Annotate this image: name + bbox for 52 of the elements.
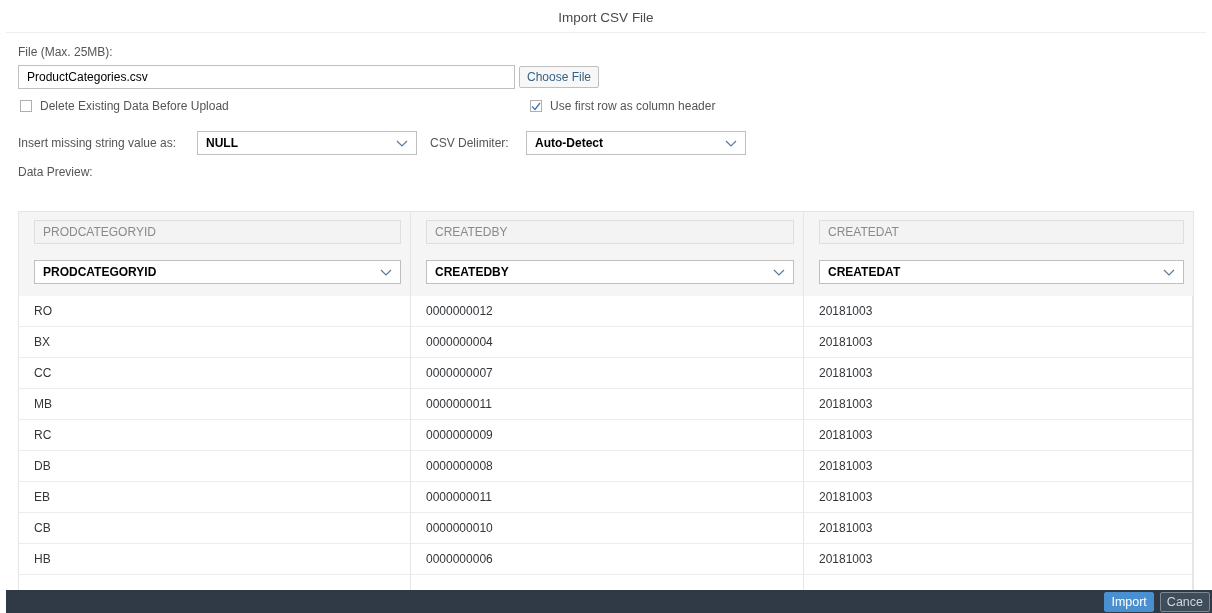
column-mapping-dropdown[interactable]: CREATEDAT	[819, 260, 1184, 284]
table-cell: EB	[19, 482, 411, 513]
table-cell: 0000000010	[411, 513, 804, 544]
missing-value-dropdown[interactable]: NULL	[197, 131, 417, 155]
table-cell: 0000000012	[411, 296, 804, 327]
checkbox-label: Delete Existing Data Before Upload	[40, 98, 229, 115]
chevron-down-icon	[1163, 268, 1175, 276]
chevron-down-icon	[725, 139, 737, 147]
source-column-field: CREATEDAT	[819, 220, 1184, 244]
table-cell: MB	[19, 389, 411, 420]
table-cell: DB	[19, 451, 411, 482]
table-cell: 0000000007	[411, 358, 804, 389]
checkbox[interactable]	[530, 100, 542, 112]
table-cell: 0000000011	[411, 482, 804, 513]
missing-value-label: Insert missing string value as:	[18, 135, 178, 152]
preview-label: Data Preview:	[18, 164, 94, 181]
delimiter-dropdown[interactable]: Auto-Detect	[526, 131, 746, 155]
table-cell: 20181003	[804, 513, 1193, 544]
table-cell: 20181003	[804, 451, 1193, 482]
table-cell: 0000000011	[411, 389, 804, 420]
table-cell: 20181003	[804, 296, 1193, 327]
chevron-down-icon	[773, 268, 785, 276]
table-cell: 0000000006	[411, 544, 804, 575]
cancel-button[interactable]: Cance	[1159, 591, 1210, 612]
checkbox[interactable]	[20, 100, 32, 112]
table-cell: HB	[19, 544, 411, 575]
file-label: File (Max. 25MB):	[18, 44, 114, 61]
table-cell: 0000000004	[411, 327, 804, 358]
file-field[interactable]: ProductCategories.csv	[18, 65, 515, 89]
dialog-title: Import CSV File	[6, 0, 1206, 33]
column-mapping-dropdown[interactable]: CREATEDBY	[426, 260, 794, 284]
table-cell: 20181003	[804, 482, 1193, 513]
table-cell: RC	[19, 420, 411, 451]
source-column-field: PRODCATEGORYID	[34, 220, 401, 244]
table-cell: BX	[19, 327, 411, 358]
table-cell: CB	[19, 513, 411, 544]
chevron-down-icon	[380, 268, 392, 276]
table-cell: 20181003	[804, 327, 1193, 358]
checkbox-label: Use first row as column header	[550, 98, 716, 115]
choose-file-button[interactable]: Choose File	[519, 66, 600, 88]
table-cell: 20181003	[804, 544, 1193, 575]
delimiter-label: CSV Delimiter:	[430, 135, 510, 152]
table-cell: 0000000009	[411, 420, 804, 451]
table-cell: CC	[19, 358, 411, 389]
source-column-field: CREATEDBY	[426, 220, 794, 244]
column-mapping-dropdown[interactable]: PRODCATEGORYID	[34, 260, 401, 284]
table-cell: 20181003	[804, 358, 1193, 389]
table-cell: RO	[19, 296, 411, 327]
table-cell: 20181003	[804, 389, 1193, 420]
chevron-down-icon	[396, 139, 408, 147]
table-cell: 20181003	[804, 420, 1193, 451]
table-cell: 0000000008	[411, 451, 804, 482]
